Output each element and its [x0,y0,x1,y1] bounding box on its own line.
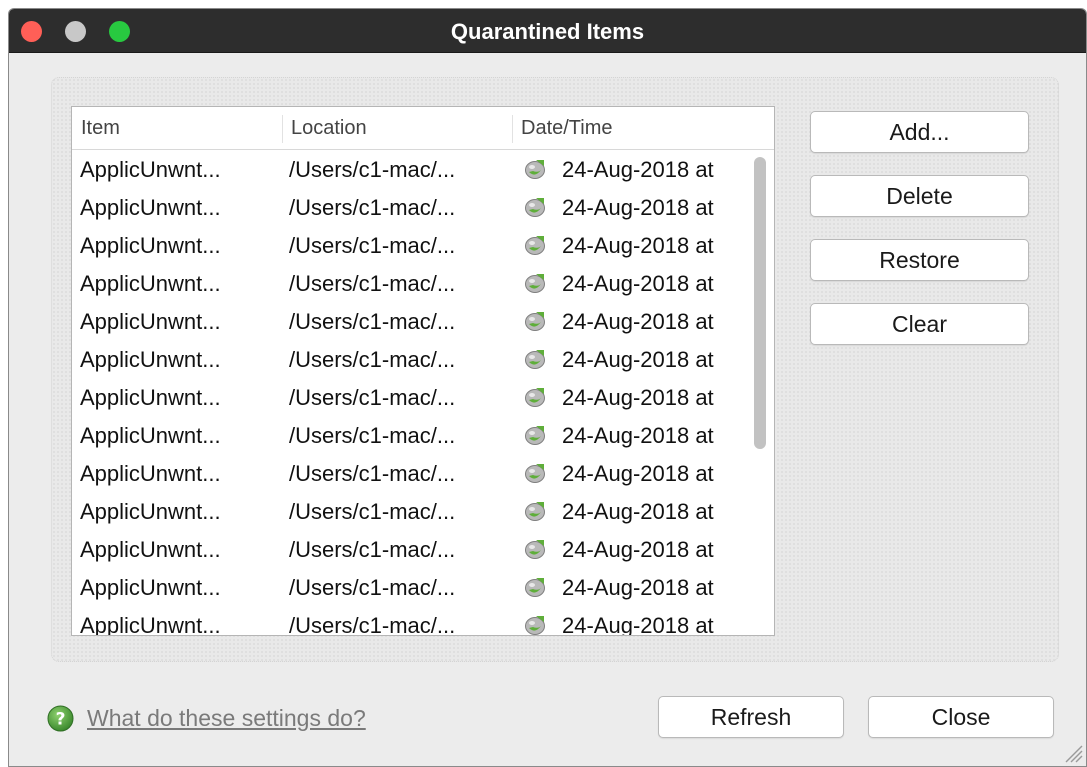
row-datetime: 24-Aug-2018 at [562,157,714,182]
column-header-item[interactable]: Item [81,117,120,140]
table-row[interactable]: ApplicUnwnt... /Users/c1-mac/... 24-Aug-20… [72,303,748,341]
row-item-name: ApplicUnwnt... [80,499,221,524]
resize-grip-icon[interactable] [1060,740,1084,764]
help-link[interactable]: What do these settings do? [87,705,366,732]
table-header: Item Location Date/Time [72,107,774,150]
quarantine-status-icon [525,388,545,407]
quarantine-status-icon [525,350,545,369]
row-datetime: 24-Aug-2018 at [562,461,714,486]
scrollbar-thumb[interactable] [754,157,766,449]
row-location: /Users/c1-mac/... [289,233,456,258]
table-row[interactable]: ApplicUnwnt... /Users/c1-mac/... 24-Aug-20… [72,493,748,531]
row-item-name: ApplicUnwnt... [80,385,221,410]
quarantine-status-icon [525,426,545,445]
table-row[interactable]: ApplicUnwnt... /Users/c1-mac/... 24-Aug-20… [72,379,748,417]
svg-text:?: ? [56,709,66,729]
row-location: /Users/c1-mac/... [289,575,456,600]
row-datetime: 24-Aug-2018 at [562,613,714,636]
table-row[interactable]: ApplicUnwnt... /Users/c1-mac/... 24-Aug-20… [72,341,748,379]
row-location: /Users/c1-mac/... [289,499,456,524]
quarantine-status-icon [525,616,545,635]
table-row[interactable]: ApplicUnwnt... /Users/c1-mac/... 24-Aug-20… [72,569,748,607]
row-datetime: 24-Aug-2018 at [562,575,714,600]
table-body: ApplicUnwnt... /Users/c1-mac/... 24-Aug-20… [72,151,774,636]
row-datetime: 24-Aug-2018 at [562,195,714,220]
refresh-button[interactable]: Refresh [658,696,844,738]
row-location: /Users/c1-mac/... [289,347,456,372]
row-location: /Users/c1-mac/... [289,613,456,636]
row-datetime: 24-Aug-2018 at [562,347,714,372]
row-item-name: ApplicUnwnt... [80,195,221,220]
row-item-name: ApplicUnwnt... [80,309,221,334]
row-location: /Users/c1-mac/... [289,309,456,334]
row-location: /Users/c1-mac/... [289,385,456,410]
quarantine-status-icon [525,198,545,217]
row-item-name: ApplicUnwnt... [80,537,221,562]
row-datetime: 24-Aug-2018 at [562,309,714,334]
quarantine-status-icon [525,312,545,331]
help-section: ? What do these settings do? [47,703,366,733]
delete-button[interactable]: Delete [810,175,1029,217]
quarantine-status-icon [525,236,545,255]
row-location: /Users/c1-mac/... [289,537,456,562]
column-divider [282,115,283,143]
quarantine-status-icon [525,464,545,483]
row-item-name: ApplicUnwnt... [80,461,221,486]
table-scrollbar[interactable] [748,151,774,635]
close-button[interactable]: Close [868,696,1054,738]
table-row[interactable]: ApplicUnwnt... /Users/c1-mac/... 24-Aug-20… [72,607,748,636]
row-item-name: ApplicUnwnt... [80,423,221,448]
table-row[interactable]: ApplicUnwnt... /Users/c1-mac/... 24-Aug-20… [72,455,748,493]
row-location: /Users/c1-mac/... [289,157,456,182]
column-header-datetime[interactable]: Date/Time [521,117,613,140]
row-datetime: 24-Aug-2018 at [562,423,714,448]
row-item-name: ApplicUnwnt... [80,347,221,372]
table-row[interactable]: ApplicUnwnt... /Users/c1-mac/... 24-Aug-20… [72,227,748,265]
column-divider [512,115,513,143]
row-datetime: 24-Aug-2018 at [562,499,714,524]
row-item-name: ApplicUnwnt... [80,613,221,636]
row-item-name: ApplicUnwnt... [80,157,221,182]
table-row[interactable]: ApplicUnwnt... /Users/c1-mac/... 24-Aug-20… [72,417,748,455]
row-datetime: 24-Aug-2018 at [562,385,714,410]
row-datetime: 24-Aug-2018 at [562,233,714,258]
row-location: /Users/c1-mac/... [289,461,456,486]
restore-button[interactable]: Restore [810,239,1029,281]
table-row[interactable]: ApplicUnwnt... /Users/c1-mac/... 24-Aug-20… [72,189,748,227]
table-row[interactable]: ApplicUnwnt... /Users/c1-mac/... 24-Aug-20… [72,265,748,303]
quarantine-table[interactable]: Item Location Date/Time ApplicUnwnt... /U… [71,106,775,636]
help-question-icon[interactable]: ? [47,705,74,732]
column-header-location[interactable]: Location [291,117,367,140]
quarantine-status-icon [525,502,545,521]
row-location: /Users/c1-mac/... [289,195,456,220]
row-item-name: ApplicUnwnt... [80,271,221,296]
clear-button[interactable]: Clear [810,303,1029,345]
row-datetime: 24-Aug-2018 at [562,537,714,562]
table-row[interactable]: ApplicUnwnt... /Users/c1-mac/... 24-Aug-20… [72,531,748,569]
quarantine-status-icon [525,274,545,293]
quarantined-items-window: Quarantined Items Item Location Date/Tim… [8,8,1087,767]
row-location: /Users/c1-mac/... [289,423,456,448]
quarantine-status-icon [525,578,545,597]
title-bar[interactable]: Quarantined Items [9,9,1086,53]
row-location: /Users/c1-mac/... [289,271,456,296]
row-datetime: 24-Aug-2018 at [562,271,714,296]
window-title: Quarantined Items [450,19,645,44]
table-row[interactable]: ApplicUnwnt... /Users/c1-mac/... 24-Aug-20… [72,151,748,189]
quarantine-status-icon [525,160,545,179]
row-item-name: ApplicUnwnt... [80,233,221,258]
quarantine-status-icon [525,540,545,559]
row-item-name: ApplicUnwnt... [80,575,221,600]
add-button[interactable]: Add... [810,111,1029,153]
